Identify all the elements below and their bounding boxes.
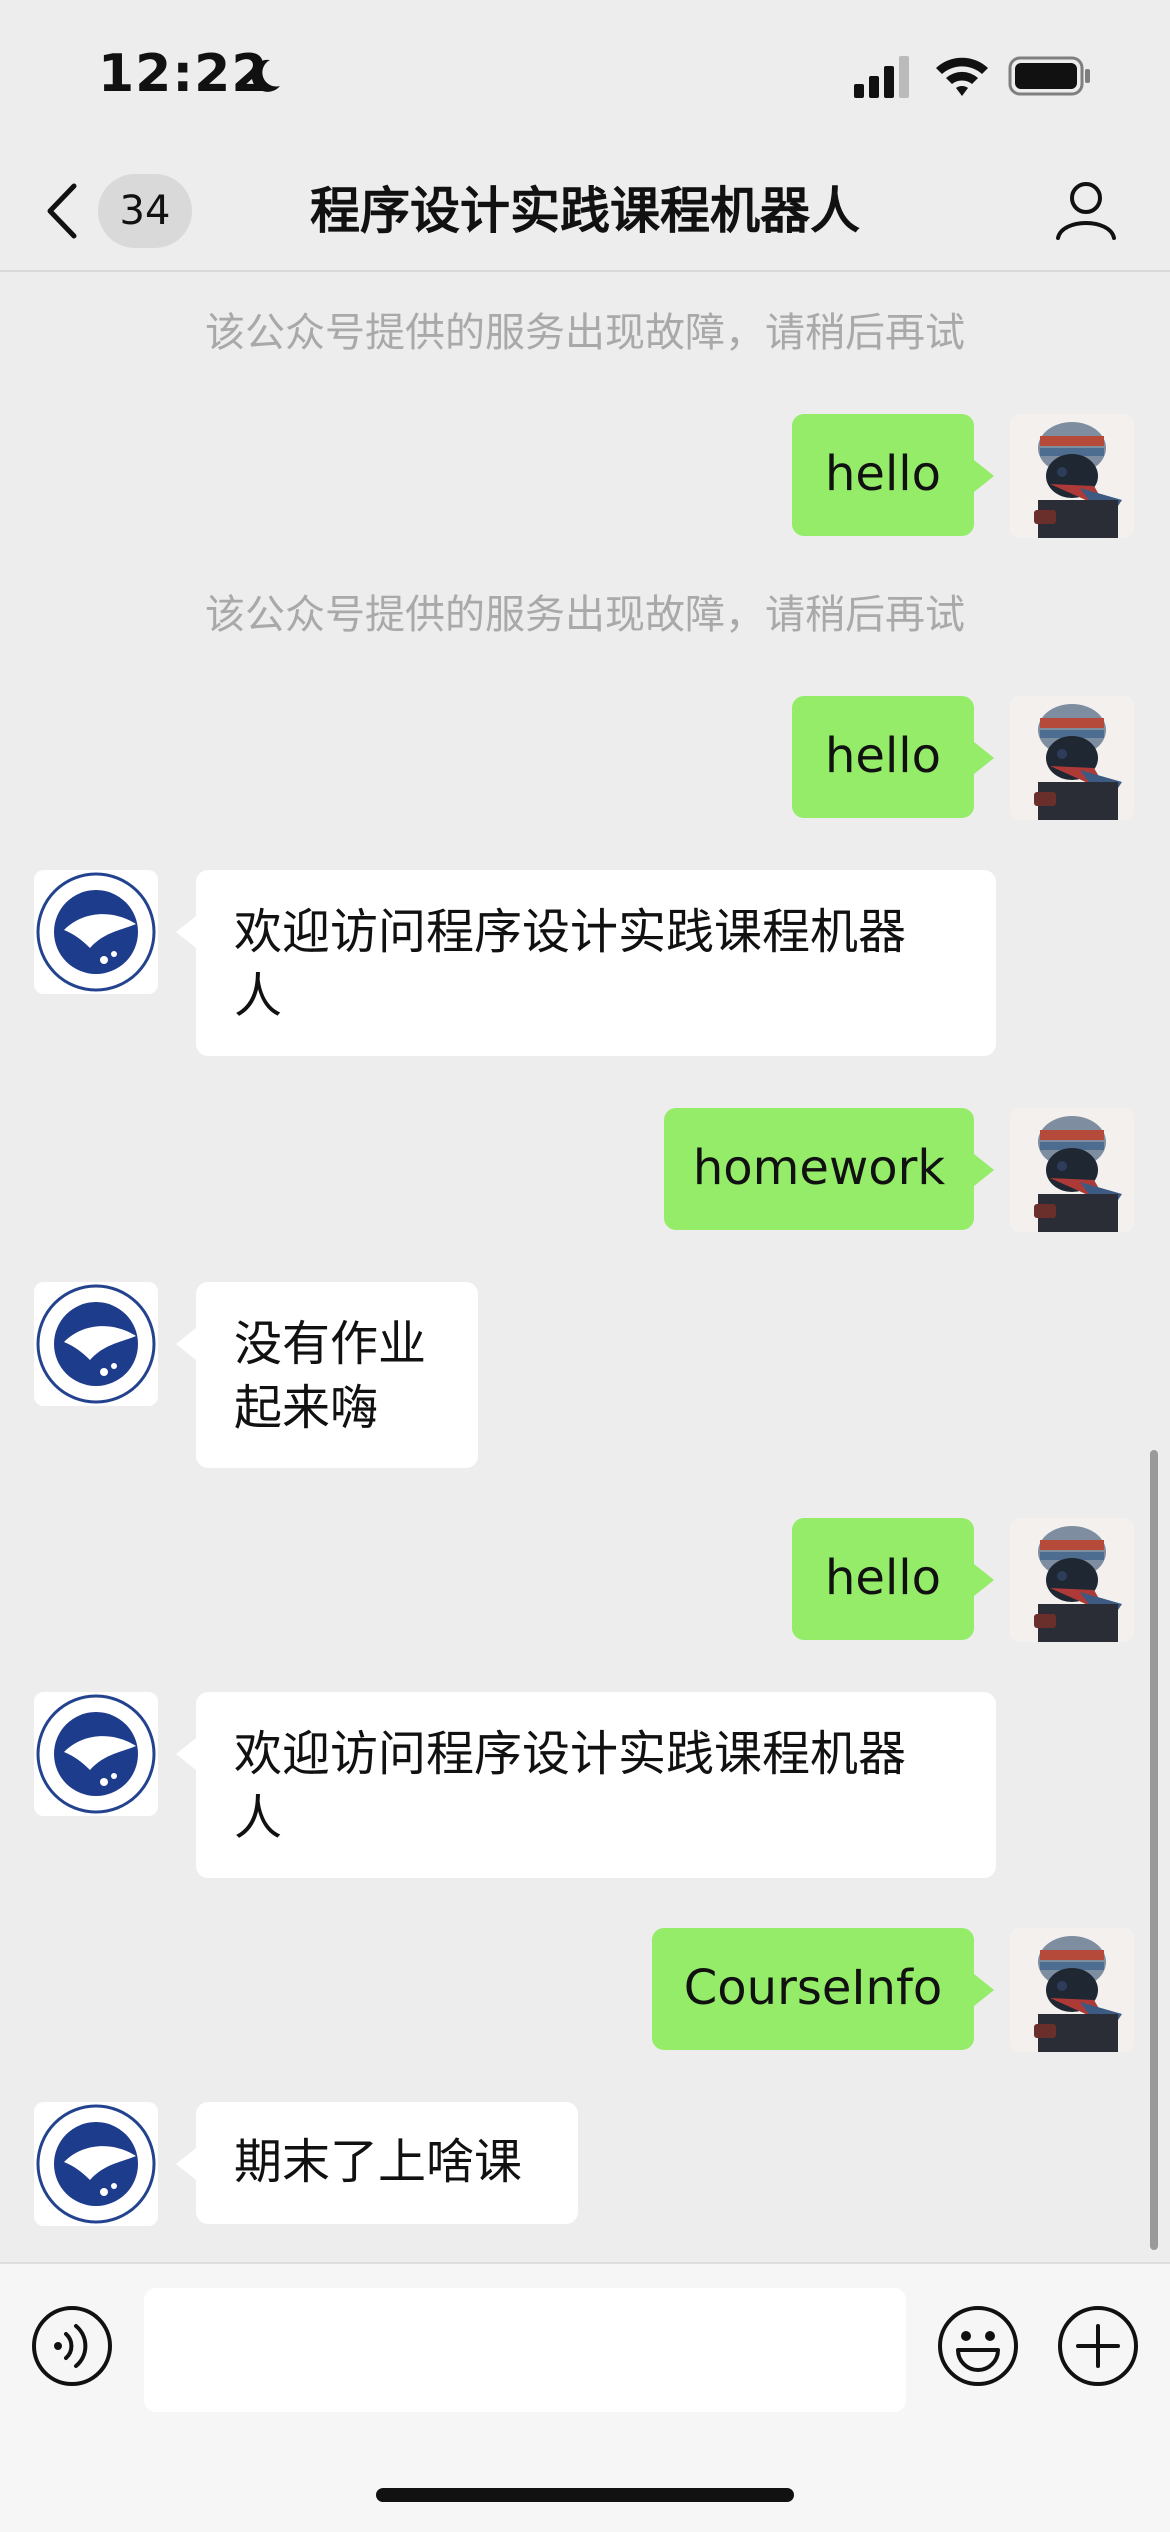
message-line: 欢迎访问程序设计实践课程机器 — [234, 1726, 907, 1782]
user-avatar-image — [1010, 696, 1134, 820]
user-avatar[interactable] — [1010, 1518, 1134, 1642]
status-time: 12:22 — [98, 44, 269, 104]
message-line: 没有作业 — [234, 1316, 427, 1372]
user-avatar[interactable] — [1010, 1928, 1134, 2052]
incoming-message[interactable]: 欢迎访问程序设计实践课程机器 人 — [176, 870, 996, 1056]
message-input[interactable] — [144, 2288, 906, 2412]
battery-icon — [1008, 56, 1090, 96]
message-line: 人 — [234, 968, 283, 1024]
status-bar: 12:22 — [0, 0, 1170, 150]
user-avatar[interactable] — [1010, 1108, 1134, 1232]
moon-icon — [251, 59, 280, 92]
chat-header: 34 程序设计实践课程机器人 — [0, 150, 1170, 272]
scrollbar[interactable] — [1150, 1450, 1158, 2250]
emoji-icon[interactable] — [936, 2304, 1020, 2388]
bot-avatar[interactable] — [34, 870, 158, 994]
unread-count-badge[interactable]: 34 — [98, 174, 192, 248]
outgoing-message[interactable]: CourseInfo — [652, 1928, 994, 2050]
outgoing-message[interactable]: hello — [792, 1518, 994, 1640]
user-avatar[interactable] — [1010, 414, 1134, 538]
message-line: 欢迎访问程序设计实践课程机器 — [234, 904, 907, 960]
bot-avatar-logo — [34, 2102, 158, 2226]
wifi-icon — [936, 57, 988, 96]
outgoing-message[interactable]: hello — [792, 414, 994, 536]
outgoing-message[interactable]: homework — [664, 1108, 994, 1230]
signal-icon — [854, 56, 909, 98]
user-avatar-image — [1010, 414, 1134, 538]
incoming-message[interactable]: 没有作业 起来嗨 — [176, 1282, 478, 1468]
user-avatar[interactable] — [1010, 696, 1134, 820]
bot-avatar[interactable] — [34, 1692, 158, 1816]
bot-avatar-logo — [34, 1692, 158, 1816]
bot-avatar[interactable] — [34, 1282, 158, 1406]
chat-title: 程序设计实践课程机器人 — [310, 182, 860, 240]
incoming-message[interactable]: 期末了上啥课 — [176, 2102, 578, 2224]
user-avatar-image — [1010, 1928, 1134, 2052]
back-icon[interactable] — [42, 180, 82, 242]
bot-avatar[interactable] — [34, 2102, 158, 2226]
message-line: 人 — [234, 1790, 283, 1846]
user-avatar-image — [1010, 1518, 1134, 1642]
bot-avatar-logo — [34, 870, 158, 994]
profile-icon[interactable] — [1054, 178, 1118, 242]
plus-icon[interactable] — [1056, 2304, 1140, 2388]
system-notice: 该公众号提供的服务出现故障，请稍后再试 — [205, 592, 965, 638]
outgoing-message[interactable]: hello — [792, 696, 994, 818]
incoming-message[interactable]: 欢迎访问程序设计实践课程机器 人 — [176, 1692, 996, 1878]
home-indicator[interactable] — [376, 2488, 794, 2502]
bot-avatar-logo — [34, 1282, 158, 1406]
message-line: 起来嗨 — [234, 1380, 379, 1436]
user-avatar-image — [1010, 1108, 1134, 1232]
system-notice: 该公众号提供的服务出现故障，请稍后再试 — [205, 310, 965, 356]
voice-icon[interactable] — [30, 2304, 114, 2388]
